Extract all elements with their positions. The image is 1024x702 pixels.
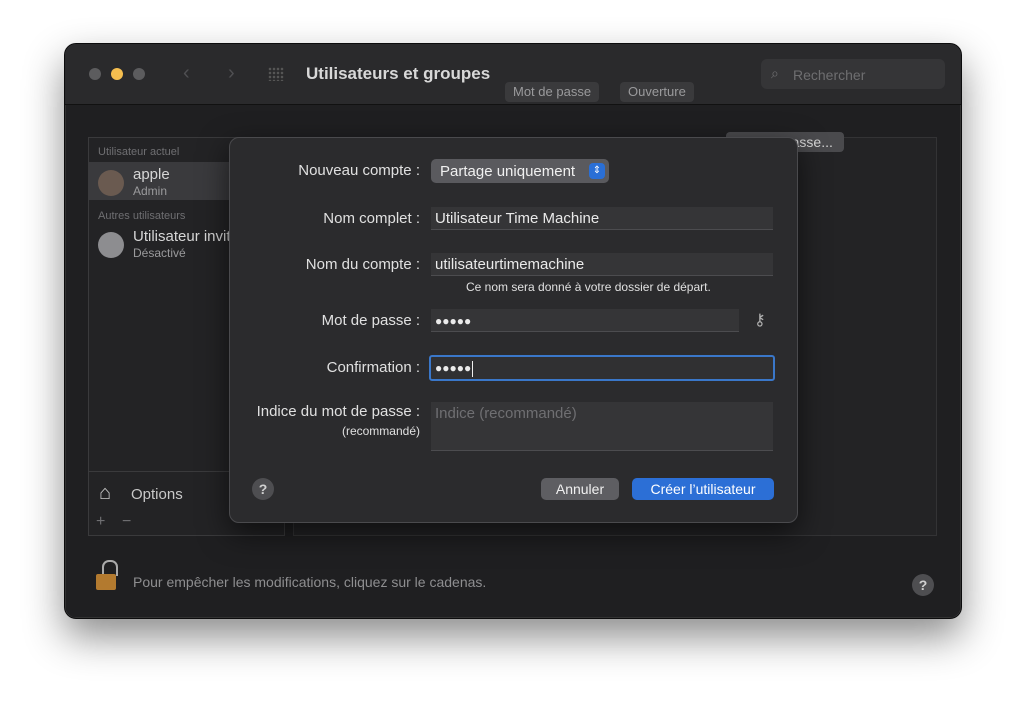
confirm-value: ●●●●●: [435, 361, 474, 377]
confirm-label: Confirmation :: [326, 359, 420, 376]
user-role: Désactivé: [133, 246, 186, 260]
current-user-header: Utilisateur actuel: [98, 146, 180, 158]
other-users-header: Autres utilisateurs: [98, 210, 186, 222]
confirm-password-field[interactable]: ●●●●●: [429, 355, 775, 381]
forward-arrow-icon[interactable]: ›: [228, 62, 235, 85]
search-icon: ⌕: [771, 65, 779, 81]
help-button[interactable]: ?: [912, 574, 934, 596]
account-type-value: Partage uniquement: [440, 163, 576, 180]
user-role: Admin: [133, 184, 168, 198]
account-name-field[interactable]: utilisateurtimemachine: [431, 253, 773, 276]
hint-label: Indice du mot de passe :: [256, 403, 420, 420]
password-value: ●●●●●: [435, 314, 472, 328]
back-arrow-icon[interactable]: ‹: [183, 62, 190, 85]
user-name: apple: [133, 166, 170, 183]
full-name-field[interactable]: Utilisateur Time Machine: [431, 207, 773, 230]
tab-login-items[interactable]: Ouverture: [620, 82, 694, 102]
full-name-label: Nom complet :: [323, 210, 420, 227]
account-name-value: utilisateurtimemachine: [435, 256, 585, 273]
user-name: Utilisateur invité: [133, 228, 239, 245]
account-name-note: Ce nom sera donné à votre dossier de dép…: [466, 280, 711, 294]
close-window-button[interactable]: [89, 68, 101, 80]
password-field[interactable]: ●●●●●: [431, 309, 739, 332]
search-placeholder: Rechercher: [793, 67, 866, 83]
add-remove-controls: + −: [88, 512, 148, 534]
new-account-sheet: Nouveau compte : Partage uniquement ⇕ No…: [229, 137, 798, 523]
password-label: Mot de passe :: [321, 312, 420, 329]
full-name-value: Utilisateur Time Machine: [435, 210, 600, 227]
account-name-label: Nom du compte :: [305, 256, 420, 273]
sheet-help-button[interactable]: ?: [252, 478, 274, 500]
padlock-icon[interactable]: [96, 560, 118, 592]
avatar: [98, 170, 124, 196]
account-type-select[interactable]: Partage uniquement ⇕: [431, 159, 609, 183]
remove-user-button[interactable]: −: [122, 513, 131, 531]
avatar: [98, 232, 124, 258]
hint-placeholder: Indice (recommandé): [435, 405, 577, 422]
zoom-window-button[interactable]: [133, 68, 145, 80]
password-hint-field[interactable]: Indice (recommandé): [431, 402, 773, 451]
chevron-updown-icon: ⇕: [589, 163, 605, 179]
cancel-button[interactable]: Annuler: [541, 478, 619, 500]
window-title: Utilisateurs et groupes: [306, 64, 491, 83]
add-user-button[interactable]: +: [96, 513, 105, 531]
create-user-button[interactable]: Créer l’utilisateur: [632, 478, 774, 500]
tab-password[interactable]: Mot de passe: [505, 82, 600, 102]
account-type-label: Nouveau compte :: [298, 162, 420, 179]
minimize-window-button[interactable]: [111, 68, 123, 80]
options-label: Options: [131, 486, 183, 503]
search-field[interactable]: ⌕ Rechercher: [761, 59, 945, 89]
show-all-grid-icon[interactable]: [268, 67, 284, 81]
lock-message: Pour empêcher les modifications, cliquez…: [133, 574, 487, 590]
key-icon[interactable]: ⚷: [754, 310, 766, 330]
hint-sublabel: (recommandé): [341, 424, 420, 438]
house-icon: ⌂: [99, 482, 112, 504]
